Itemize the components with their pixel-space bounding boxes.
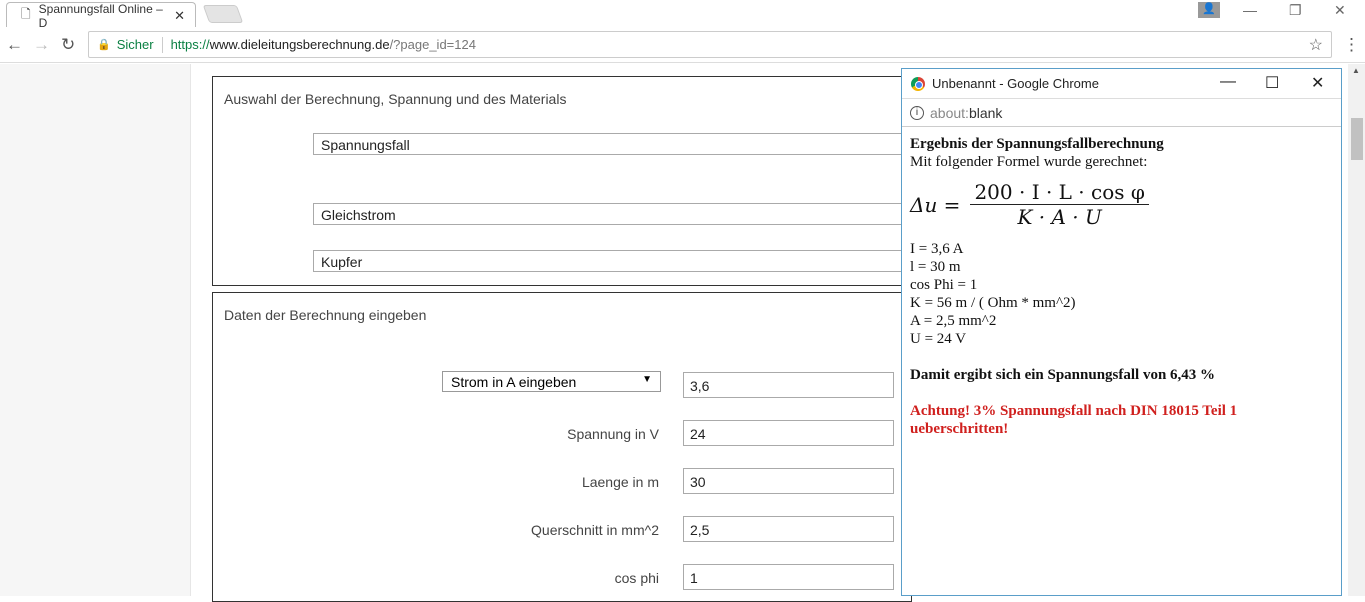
data-section: Daten der Berechnung eingeben Strom in A…	[212, 292, 912, 602]
left-sidebar	[0, 64, 191, 596]
section-title: Auswahl der Berechnung, Spannung und des…	[224, 91, 567, 107]
formula-numerator: 200 · I · L · cos φ	[970, 182, 1149, 205]
new-tab-button[interactable]	[202, 5, 244, 23]
input-value: l = 30 m	[910, 259, 961, 275]
popup-maximize-icon[interactable]: ☐	[1265, 73, 1279, 93]
popup-minimize-icon[interactable]: —	[1220, 73, 1236, 91]
page-icon: 🗋	[21, 7, 31, 21]
warning-text: Achtung! 3% Spannungsfall nach DIN 18015…	[910, 403, 1238, 437]
dropdown-arrow-icon: ▼	[642, 374, 652, 385]
material-select[interactable]: Kupfer	[313, 250, 913, 272]
menu-icon[interactable]: ⋮	[1343, 35, 1360, 55]
close-window-icon[interactable]: ✕	[1334, 2, 1346, 19]
reload-icon[interactable]: ↻	[61, 35, 75, 55]
calc-type-select[interactable]: Spannungsfall	[313, 133, 913, 155]
current-type-select[interactable]: Gleichstrom	[313, 203, 913, 225]
input-value: cos Phi = 1	[910, 277, 978, 293]
popup-close-icon[interactable]: ✕	[1311, 73, 1324, 93]
formula: Δu = 200 · I · L · cos φK · A · U	[910, 182, 1333, 229]
popup-title: Unbenannt - Google Chrome	[932, 76, 1099, 91]
popup-url-prefix: about:	[930, 104, 969, 121]
address-bar-row: ← → ↻ 🔒 Sicher https://www.dieleitungsbe…	[0, 27, 1365, 63]
result-heading: Ergebnis der Spannungsfallberechnung	[910, 136, 1164, 152]
user-icon[interactable]: 👤	[1198, 2, 1220, 18]
back-icon[interactable]: ←	[6, 35, 23, 55]
length-input[interactable]: 30	[683, 468, 894, 494]
popup-url-bar[interactable]: i about: blank	[902, 99, 1341, 127]
tab-title: Spannungsfall Online – D	[38, 1, 163, 30]
result-intro: Mit folgender Formel wurde gerechnet:	[910, 154, 1148, 170]
input-mode-select[interactable]: Strom in A eingeben ▼	[442, 371, 661, 392]
voltage-input[interactable]: 24	[683, 420, 894, 446]
input-value: A = 2,5 mm^2	[910, 313, 997, 329]
page-scrollbar[interactable]: ▲	[1348, 64, 1365, 596]
input-mode-value: Strom in A eingeben	[451, 374, 577, 390]
popup-url: blank	[968, 104, 1003, 121]
forward-icon[interactable]: →	[33, 35, 50, 55]
url-path: /?page_id=124	[389, 37, 476, 52]
url-scheme: https://	[170, 37, 210, 52]
cross-section-label: Querschnitt in mm^2	[531, 522, 659, 538]
section-title: Daten der Berechnung eingeben	[224, 307, 427, 323]
browser-tab[interactable]: 🗋 Spannungsfall Online – D ✕	[6, 1, 196, 30]
popup-titlebar: Unbenannt - Google Chrome — ☐ ✕	[902, 69, 1341, 99]
info-icon: i	[910, 105, 924, 120]
cross-section-input[interactable]: 2,5	[683, 516, 894, 542]
minimize-icon[interactable]: —	[1243, 2, 1257, 18]
url-host: www.dieleitungsberechnung.de	[209, 37, 390, 52]
tab-bar: 🗋 Spannungsfall Online – D ✕ 👤 — ❐ ✕	[0, 0, 1365, 30]
formula-denominator: K · A · U	[1017, 205, 1102, 229]
input-value: K = 56 m / ( Ohm * mm^2)	[910, 295, 1076, 311]
input-value: I = 3,6 A	[910, 241, 964, 257]
secure-label: Sicher	[116, 37, 154, 52]
voltage-label: Spannung in V	[567, 426, 659, 442]
popup-content: Ergebnis der Spannungsfallberechnung Mit…	[902, 127, 1341, 446]
current-input[interactable]: 3,6	[683, 372, 894, 398]
input-value: U = 24 V	[910, 331, 967, 347]
formula-lhs: Δu =	[910, 192, 961, 217]
selection-section: Auswahl der Berechnung, Spannung und des…	[212, 76, 913, 286]
result-text: Damit ergibt sich ein Spannungsfall von …	[910, 367, 1216, 383]
result-popup-window: Unbenannt - Google Chrome — ☐ ✕ i about:…	[901, 68, 1342, 596]
chrome-logo-icon	[911, 76, 925, 91]
cos-phi-label: cos phi	[614, 570, 659, 586]
restore-icon[interactable]: ❐	[1289, 2, 1302, 19]
lock-icon: 🔒	[97, 39, 111, 51]
cos-phi-input[interactable]: 1	[683, 564, 894, 590]
scrollbar-thumb[interactable]	[1351, 118, 1363, 160]
url-input[interactable]: 🔒 Sicher https://www.dieleitungsberechnu…	[88, 31, 1332, 58]
length-label: Laenge in m	[581, 474, 659, 490]
bookmark-star-icon[interactable]: ☆	[1309, 35, 1323, 55]
scroll-up-icon[interactable]: ▲	[1352, 66, 1360, 75]
close-tab-icon[interactable]: ✕	[174, 8, 185, 24]
